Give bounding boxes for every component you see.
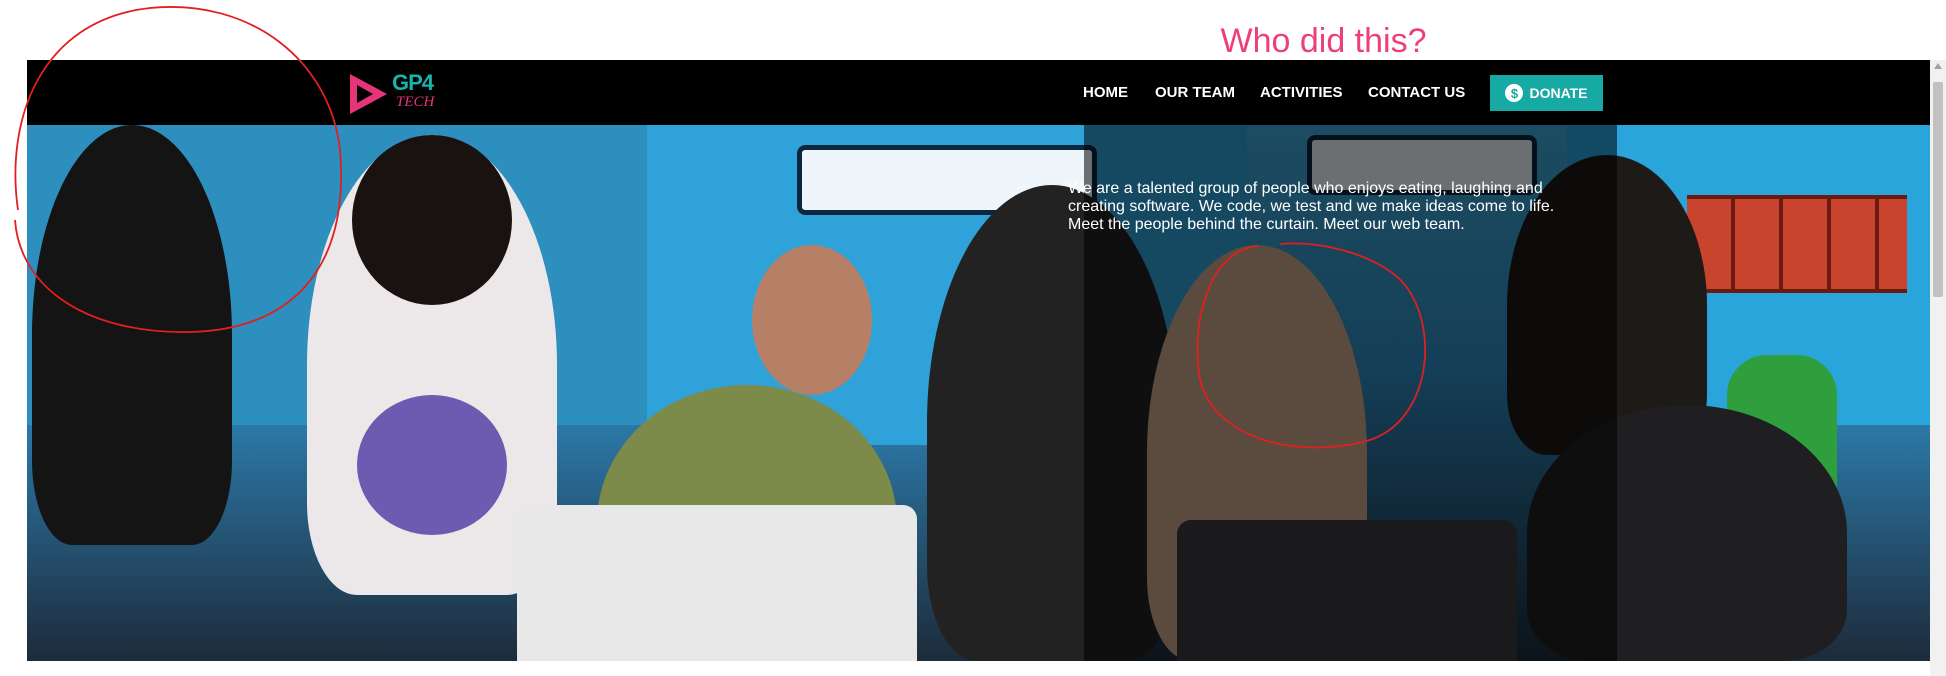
nav-home[interactable]: HOME: [1083, 84, 1128, 101]
nav-our-team[interactable]: OUR TEAM: [1155, 84, 1235, 101]
logo-text: GP4: [392, 70, 434, 95]
donate-button[interactable]: $ DONATE: [1490, 75, 1603, 111]
shirt-logo: [357, 395, 507, 535]
scrollbar-thumb[interactable]: [1933, 82, 1943, 297]
donate-label: DONATE: [1529, 85, 1588, 101]
top-navbar: [27, 60, 1931, 125]
nav-activities[interactable]: ACTIVITIES: [1260, 84, 1343, 101]
nav-contact-us[interactable]: CONTACT US: [1368, 84, 1465, 101]
laptop-with-stickers: [517, 505, 917, 661]
logo-subtext: TECH: [396, 94, 435, 110]
hero-description: We are a talented group of people who en…: [1068, 180, 1555, 233]
hero-title: Who did this?: [1220, 22, 1427, 60]
scroll-up-arrow-icon[interactable]: [1934, 63, 1942, 69]
hero-photo: [27, 125, 1931, 661]
pixel-bricks: [1687, 195, 1907, 293]
dollar-icon: $: [1505, 84, 1524, 102]
person-head: [752, 245, 872, 395]
person: [32, 125, 232, 545]
person-head: [352, 135, 512, 305]
